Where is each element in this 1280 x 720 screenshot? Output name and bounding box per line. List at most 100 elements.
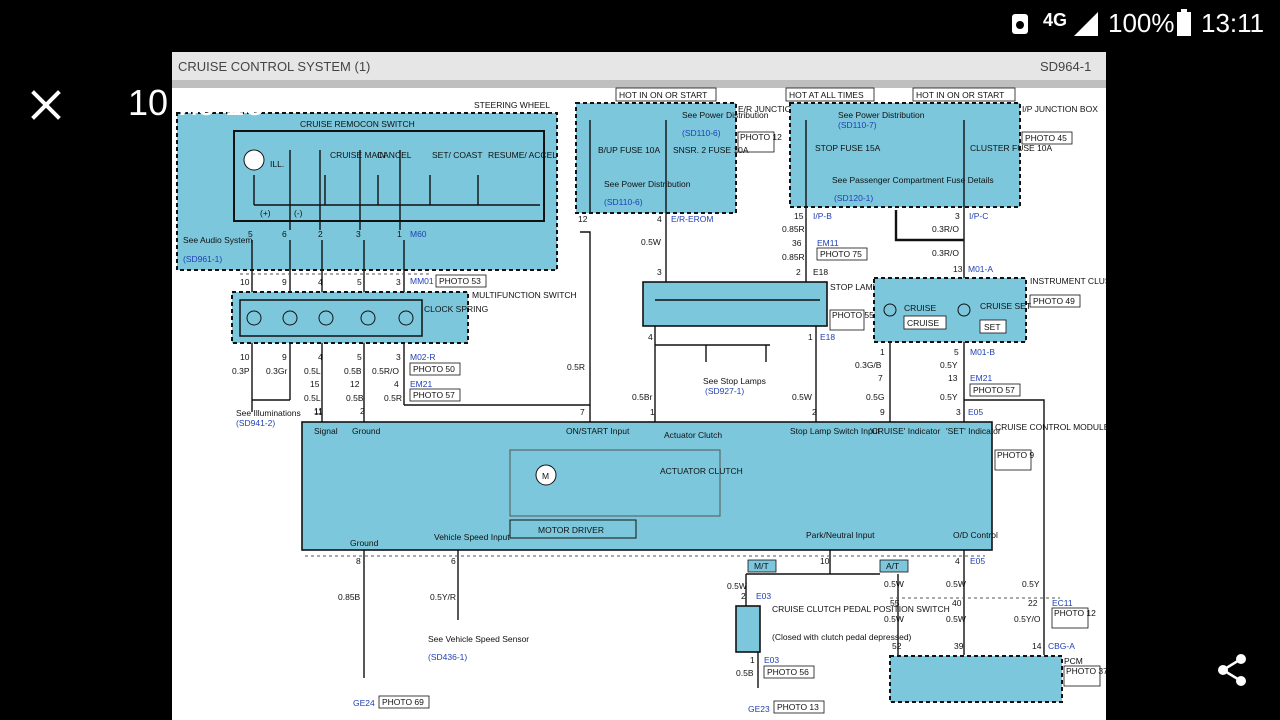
svg-text:14: 14 bbox=[1032, 641, 1042, 651]
svg-text:2: 2 bbox=[318, 229, 323, 239]
svg-text:0.5W: 0.5W bbox=[946, 579, 966, 589]
em21-photo: PHOTO 57 bbox=[413, 390, 455, 400]
svg-text:39: 39 bbox=[954, 641, 964, 651]
battery-icon bbox=[1177, 9, 1191, 36]
e18-label: E18 bbox=[820, 332, 835, 342]
module-signal: Signal bbox=[314, 426, 338, 436]
svg-text:1: 1 bbox=[808, 332, 813, 342]
module-od: O/D Control bbox=[953, 530, 998, 540]
svg-text:3: 3 bbox=[956, 407, 961, 417]
module-set-ind: 'SET' Indicator bbox=[946, 426, 1001, 436]
clutch-switch-box bbox=[735, 605, 761, 653]
actuator-clutch-label: ACTUATOR CLUTCH bbox=[660, 466, 743, 476]
em21-label: EM21 bbox=[410, 379, 432, 389]
close-icon[interactable] bbox=[26, 85, 66, 125]
em21-label-2: EM21 bbox=[970, 373, 992, 383]
at-label: A/T bbox=[886, 561, 899, 571]
pcm-photo: PHOTO 37 bbox=[1066, 666, 1106, 676]
ge24-label: GE24 bbox=[353, 698, 375, 708]
svg-text:5: 5 bbox=[954, 347, 959, 357]
stop-lamp-switch-box bbox=[642, 281, 828, 327]
svg-text:6: 6 bbox=[451, 556, 456, 566]
svg-text:0.5W: 0.5W bbox=[792, 392, 812, 402]
module-label: CRUISE CONTROL MODULE bbox=[995, 422, 1106, 432]
m02r-label: M02-R bbox=[410, 352, 436, 362]
svg-text:2: 2 bbox=[796, 267, 801, 277]
svg-text:4: 4 bbox=[318, 277, 323, 287]
svg-text:0.5L: 0.5L bbox=[304, 393, 321, 403]
svg-text:52: 52 bbox=[892, 641, 902, 651]
viewer-toolbar: 10 из 13 bbox=[0, 48, 1280, 160]
svg-text:22: 22 bbox=[1028, 598, 1038, 608]
ip-see-ref: (SD120-1) bbox=[834, 193, 873, 203]
svg-text:1: 1 bbox=[880, 347, 885, 357]
stop-lamp-photo: PHOTO 55 bbox=[832, 310, 874, 320]
svg-text:3: 3 bbox=[396, 277, 401, 287]
svg-text:0.3G/B: 0.3G/B bbox=[855, 360, 882, 370]
svg-text:4: 4 bbox=[394, 379, 399, 389]
svg-text:55: 55 bbox=[890, 598, 900, 608]
svg-text:0.5Y/R: 0.5Y/R bbox=[430, 592, 456, 602]
e03-photo: PHOTO 56 bbox=[767, 667, 809, 677]
module-vss: Vehicle Speed Input bbox=[434, 532, 510, 542]
pcm-label: PCM bbox=[1064, 656, 1083, 666]
mt-label: M/T bbox=[754, 561, 769, 571]
svg-text:5: 5 bbox=[248, 229, 253, 239]
ge23-photo: PHOTO 13 bbox=[777, 702, 819, 712]
svg-text:12: 12 bbox=[350, 379, 360, 389]
svg-text:7: 7 bbox=[878, 373, 883, 383]
minus-label: (-) bbox=[294, 208, 303, 218]
svg-text:0.5R: 0.5R bbox=[567, 362, 585, 372]
clutch-label: CRUISE CLUTCH PEDAL POSITION SWITCH bbox=[772, 604, 950, 614]
cluster-cruise-label: CRUISE bbox=[904, 303, 936, 313]
svg-text:6: 6 bbox=[282, 229, 287, 239]
audio-ref-label: (SD961-1) bbox=[183, 254, 222, 264]
share-icon[interactable] bbox=[1212, 650, 1252, 690]
svg-text:E18: E18 bbox=[813, 267, 828, 277]
svg-text:0.5W: 0.5W bbox=[641, 237, 661, 247]
module-on-start: ON/START Input bbox=[566, 426, 630, 436]
plus-label: (+) bbox=[260, 208, 271, 218]
module-actuator: Actuator Clutch bbox=[664, 430, 722, 440]
svg-text:40: 40 bbox=[952, 598, 962, 608]
clock-spring-label: CLOCK SPRING bbox=[424, 304, 488, 314]
svg-text:9: 9 bbox=[282, 277, 287, 287]
cluster-box-set: SET bbox=[984, 322, 1001, 332]
pcm-box bbox=[889, 655, 1063, 703]
ec11-label: EC11 bbox=[1052, 598, 1073, 608]
em11-label: EM11 bbox=[817, 238, 839, 248]
svg-text:0.5G: 0.5G bbox=[866, 392, 884, 402]
ip-c-label: I/P-C bbox=[969, 211, 988, 221]
cluster-box-cruise: CRUISE bbox=[907, 318, 939, 328]
cluster-photo: PHOTO 49 bbox=[1033, 296, 1075, 306]
svg-text:0.5Y: 0.5Y bbox=[940, 360, 958, 370]
svg-text:0.3Gr: 0.3Gr bbox=[266, 366, 287, 376]
svg-text:0.85R: 0.85R bbox=[782, 224, 805, 234]
svg-text:8: 8 bbox=[356, 556, 361, 566]
audio-see-label: See Audio System bbox=[183, 235, 252, 245]
svg-text:0.5Br: 0.5Br bbox=[632, 392, 652, 402]
speed-see: See Vehicle Speed Sensor bbox=[428, 634, 529, 644]
m60-label: M60 bbox=[410, 229, 427, 239]
cluster-cruise-set-label: CRUISE SET bbox=[980, 301, 1031, 311]
e03-label-bottom: E03 bbox=[764, 655, 779, 665]
svg-text:0.5W: 0.5W bbox=[884, 579, 904, 589]
svg-text:4: 4 bbox=[657, 214, 662, 224]
em11-photo: PHOTO 75 bbox=[820, 249, 862, 259]
er-see-ref: (SD110-6) bbox=[604, 197, 643, 207]
status-bar: 4G 100% 13:11 bbox=[0, 0, 1280, 48]
er-see-label: See Power Distribution bbox=[604, 179, 691, 189]
svg-text:M: M bbox=[542, 471, 549, 481]
module-park: Park/Neutral Input bbox=[806, 530, 875, 540]
motor-driver-label: MOTOR DRIVER bbox=[538, 525, 604, 535]
svg-text:4: 4 bbox=[318, 352, 323, 362]
image-counter: 10 из 13 bbox=[128, 82, 265, 123]
svg-text:0.5W: 0.5W bbox=[884, 614, 904, 624]
clock-label: 13:11 bbox=[1201, 8, 1265, 38]
svg-text:10: 10 bbox=[240, 277, 250, 287]
ill-label: ILL. bbox=[270, 159, 284, 169]
svg-text:0.5W: 0.5W bbox=[727, 581, 747, 591]
module-ground2: Ground bbox=[350, 538, 379, 548]
er-erom-label: E/R-EROM bbox=[671, 214, 714, 224]
svg-text:1: 1 bbox=[397, 229, 402, 239]
